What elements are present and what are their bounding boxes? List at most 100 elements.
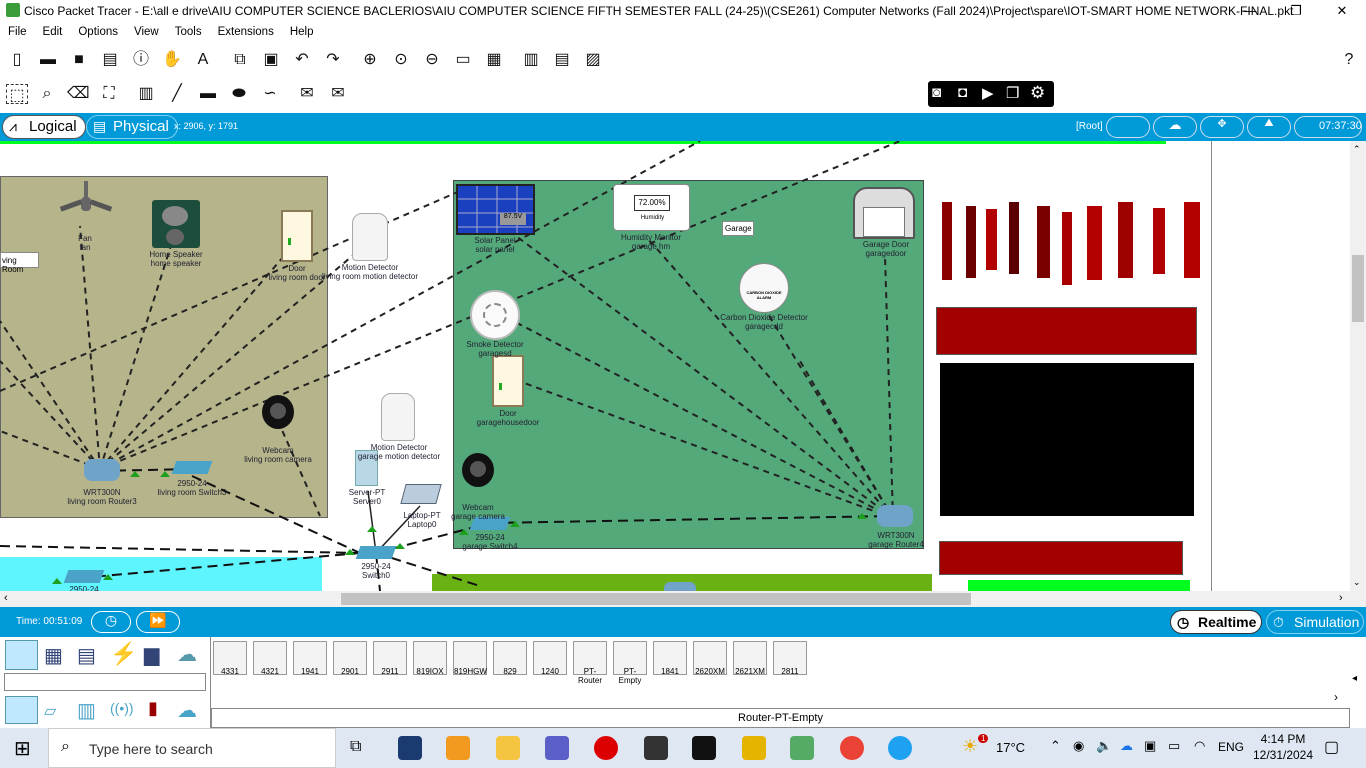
new-file-icon[interactable]: ▯ [6, 49, 28, 71]
device-model-pt-empty[interactable]: PT-Empty [613, 641, 647, 685]
logical-tab[interactable]: ⩘ Logical [2, 115, 86, 139]
webcam-icon[interactable] [262, 395, 294, 429]
scroll-thumb[interactable] [341, 593, 971, 605]
root-breadcrumb[interactable]: [Root] [1076, 121, 1103, 132]
device-search-input[interactable] [4, 673, 206, 691]
menu-help[interactable]: Help [282, 23, 322, 38]
door-icon[interactable] [281, 210, 313, 262]
fan-icon[interactable] [59, 181, 113, 231]
move-icon[interactable]: ✥ [1200, 116, 1244, 138]
resize-icon[interactable]: ⛶ [98, 83, 120, 105]
notification-icon[interactable]: ▢ [1324, 737, 1339, 757]
logical-workspace[interactable]: ving Room Garage 87.5V 72.00% Humidity C… [0, 141, 1350, 591]
scroll-thumb[interactable] [1352, 255, 1364, 322]
add-simple-pdu-icon[interactable]: ✉ [296, 83, 318, 105]
device-template-icon[interactable]: ▤ [551, 49, 573, 71]
cluster-icon[interactable]: ☁ [1153, 116, 1197, 138]
taskbar-app-icon[interactable] [446, 736, 470, 760]
motion-detector-icon[interactable] [352, 213, 388, 261]
webcam-icon[interactable] [462, 453, 494, 487]
undo-icon[interactable]: ↶ [291, 49, 313, 71]
taskbar-search[interactable]: ⌕ Type here to search [48, 728, 336, 768]
help-icon[interactable]: ? [1338, 49, 1360, 71]
camera-icon[interactable]: ◙ [932, 84, 941, 101]
scroll-right-icon[interactable]: › [1334, 690, 1338, 704]
device-model-2911[interactable]: 2911 [373, 641, 407, 676]
collapse-panel-icon[interactable]: ◂ [1352, 673, 1357, 684]
scroll-up-icon[interactable]: ⌃ [1353, 144, 1361, 155]
zoom-out-icon[interactable]: ⊖ [421, 49, 443, 71]
edge-icon[interactable] [888, 736, 912, 760]
screenshot-icon[interactable]: ▨ [582, 49, 604, 71]
draw-line-icon[interactable]: ╱ [166, 83, 188, 105]
teams-icon[interactable] [545, 736, 569, 760]
chrome-icon[interactable] [840, 736, 864, 760]
components-icon[interactable]: ▤ [77, 643, 96, 668]
minimize-button[interactable]: — [1227, 0, 1273, 23]
taskbar-app-icon[interactable] [398, 736, 422, 760]
packet-tracer-taskbar-icon[interactable] [790, 736, 814, 760]
device-model-4331[interactable]: 4331 [213, 641, 247, 676]
vertical-scrollbar[interactable]: ⌃ ⌄ [1350, 141, 1366, 591]
motion-detector-icon[interactable] [381, 393, 415, 441]
device-model-4321[interactable]: 4321 [253, 641, 287, 676]
windows-start-icon[interactable]: ⊞ [14, 736, 31, 761]
device-model-pt-router[interactable]: PT-Router [573, 641, 607, 685]
photo-icon[interactable]: ◘ [958, 84, 967, 101]
maximize-button[interactable]: ❐ [1273, 0, 1319, 23]
living-room-label[interactable]: ving Room [0, 252, 39, 274]
garage-door-icon[interactable] [853, 187, 915, 239]
open-folder-icon[interactable]: ▬ [37, 49, 59, 71]
task-view-icon[interactable]: ⧉ [350, 738, 361, 756]
device-model-829[interactable]: 829 [493, 641, 527, 676]
solar-panel-icon[interactable]: 87.5V [456, 184, 535, 235]
router-icon[interactable] [664, 582, 696, 591]
clock-display[interactable]: 07:37:30 [1294, 116, 1362, 138]
wifi-icon[interactable]: ◠ [1194, 738, 1205, 754]
garage-label[interactable]: Garage [722, 221, 754, 236]
simulation-button[interactable]: ⏱ Simulation [1266, 610, 1364, 634]
switch-icon[interactable] [63, 570, 105, 583]
zoom-in-icon[interactable]: ⊕ [359, 49, 381, 71]
drawing-palette-icon[interactable]: ▭ [452, 49, 474, 71]
device-model-1240[interactable]: 1240 [533, 641, 567, 676]
menu-extensions[interactable]: Extensions [210, 23, 282, 38]
hubs-icon[interactable]: ▥ [77, 698, 96, 723]
inspect-icon[interactable]: ⌕ [36, 83, 58, 105]
power-cycle-icon[interactable]: ◷ [91, 611, 131, 633]
menu-tools[interactable]: Tools [167, 23, 210, 38]
close-button[interactable]: ✕ [1319, 0, 1365, 23]
device-model-819iox[interactable]: 819IOX [413, 641, 447, 676]
security-icon[interactable]: ▮ [148, 698, 158, 719]
language-indicator[interactable]: ENG [1218, 740, 1244, 754]
draw-ellipse-icon[interactable]: ⬬ [228, 83, 250, 105]
co-detector-icon[interactable]: CARBON DIOXIDE ALARM [739, 263, 789, 313]
back-button[interactable] [1106, 116, 1150, 138]
realtime-button[interactable]: ◷ Realtime [1170, 610, 1262, 634]
save-icon[interactable]: ■ [68, 49, 90, 71]
menu-options[interactable]: Options [70, 23, 126, 38]
zoom-reset-icon[interactable]: ⊙ [390, 49, 412, 71]
physical-tab[interactable]: ▤ Physical [86, 115, 178, 139]
horizontal-scrollbar[interactable]: ‹ › [0, 591, 1366, 607]
show-hidden-icons[interactable]: ⌃ [1050, 738, 1061, 754]
door-icon[interactable] [492, 355, 524, 407]
file-explorer-icon[interactable] [496, 736, 520, 760]
windows-icon[interactable]: ❐ [1006, 84, 1019, 102]
device-model-819hgw[interactable]: 819HGW [453, 641, 487, 676]
copy-icon[interactable]: ⧉ [229, 49, 251, 71]
video-icon[interactable]: ▶ [982, 84, 994, 102]
network-wizard-icon[interactable]: ✋ [161, 49, 183, 71]
home-speaker-icon[interactable] [152, 200, 200, 248]
info-icon[interactable]: ⓘ [130, 49, 152, 71]
device-model-2621xm[interactable]: 2621XM [733, 641, 767, 676]
wireless-icon[interactable]: ((•)) [110, 700, 134, 716]
jetbrains-icon[interactable] [692, 736, 716, 760]
connections-icon[interactable]: ⚡ [110, 641, 137, 667]
print-icon[interactable]: ▤ [99, 49, 121, 71]
end-devices-icon[interactable]: ▦ [44, 643, 63, 668]
draw-rectangle-icon[interactable]: ▬ [197, 83, 219, 105]
freeform-icon[interactable]: ∽ [259, 83, 281, 105]
scroll-right-icon[interactable]: › [1339, 592, 1343, 604]
custom-devices-icon[interactable]: ▦ [483, 49, 505, 71]
